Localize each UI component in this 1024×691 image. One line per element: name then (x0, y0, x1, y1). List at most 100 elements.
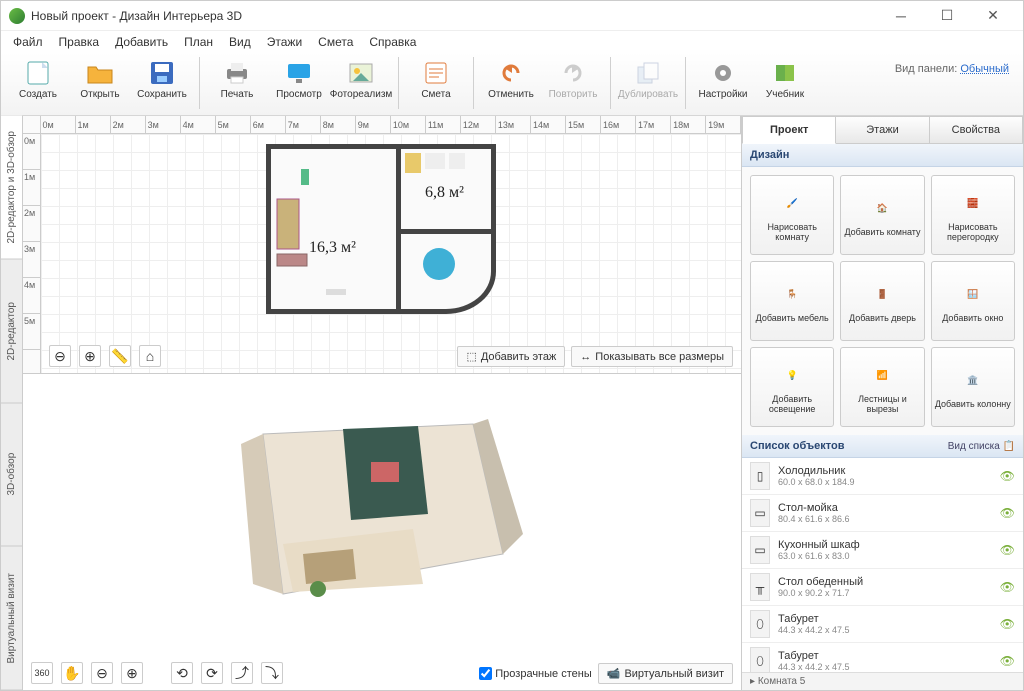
zoom-in-3d[interactable]: ⊕ (121, 662, 143, 684)
tab-floors[interactable]: Этажи (836, 116, 929, 144)
menu-add[interactable]: Добавить (109, 33, 174, 51)
toolbar-settings[interactable]: Настройки (692, 57, 754, 113)
toolbar-new[interactable]: Создать (7, 57, 69, 113)
list-view-link[interactable]: Вид списка 📋 (948, 441, 1015, 452)
design-add-column[interactable]: 🏛️Добавить колонну (931, 347, 1015, 427)
tilt-down[interactable]: ⤵ (261, 662, 283, 684)
panel-view-label: Вид панели: Обычный (895, 57, 1017, 75)
home-button[interactable]: ⌂ (139, 345, 161, 367)
design-draw-partition[interactable]: 🧱Нарисовать перегородку (931, 175, 1015, 255)
design-add-room[interactable]: 🏠Добавить комнату (840, 175, 924, 255)
close-button[interactable]: ✕ (971, 2, 1015, 30)
menu-estimate[interactable]: Смета (312, 33, 359, 51)
room-2[interactable]: 6,8 м² (396, 144, 496, 234)
minimize-button[interactable]: ─ (879, 2, 923, 30)
pan-tool[interactable]: ✋ (61, 662, 83, 684)
maximize-button[interactable]: ☐ (925, 2, 969, 30)
column-icon: 🏛️ (958, 365, 988, 395)
visibility-icon[interactable]: 👁 (1000, 543, 1015, 557)
app-window: Новый проект - Дизайн Интерьера 3D ─ ☐ ✕… (0, 0, 1024, 691)
rotate-360[interactable]: 360 (31, 662, 53, 684)
panel-view-link[interactable]: Обычный (960, 63, 1009, 75)
transparent-walls-checkbox[interactable]: Прозрачные стены (479, 667, 591, 680)
zoom-in-2d[interactable]: ⊕ (79, 345, 101, 367)
toolbar-estimate[interactable]: Смета (405, 57, 467, 113)
bulb-icon: 💡 (777, 360, 807, 390)
menu-floors[interactable]: Этажи (261, 33, 308, 51)
ruler-tool[interactable]: 📏 (109, 345, 131, 367)
sidetab-3d[interactable]: 3D-обзор (1, 403, 22, 547)
list-item[interactable]: ╥Стол обеденный90.0 x 90.2 x 71.7👁 (742, 569, 1023, 606)
monitor-icon (284, 59, 314, 87)
tilt-up[interactable]: ⤴ (231, 662, 253, 684)
design-add-window[interactable]: 🪟Добавить окно (931, 261, 1015, 341)
toolbar-open[interactable]: Открыть (69, 57, 131, 113)
sidetab-virtual[interactable]: Виртуальный визит (1, 547, 22, 691)
list-item[interactable]: ⬯Табурет44.3 x 44.2 x 47.5👁 (742, 606, 1023, 643)
rotate-right[interactable]: ⟳ (201, 662, 223, 684)
design-add-furniture[interactable]: 🪑Добавить мебель (750, 261, 834, 341)
object-footer: ▸ Комната 5 (742, 672, 1023, 690)
design-draw-room[interactable]: 🖌️Нарисовать комнату (750, 175, 834, 255)
floorplan[interactable]: 16,3 м² 6,8 м² (266, 144, 496, 334)
canvas-2d[interactable]: 16,3 м² 6,8 м² (41, 134, 741, 373)
list-item[interactable]: ▭Стол-мойка80.4 x 61.6 x 86.6👁 (742, 495, 1023, 532)
tab-properties[interactable]: Свойства (930, 116, 1023, 144)
zoom-out-3d[interactable]: ⊖ (91, 662, 113, 684)
visibility-icon[interactable]: 👁 (1000, 469, 1015, 483)
virtual-visit-button[interactable]: 📹 Виртуальный визит (598, 663, 733, 684)
visibility-icon[interactable]: 👁 (1000, 506, 1015, 520)
gear-icon (708, 59, 738, 87)
list-item[interactable]: ⬯Табурет44.3 x 44.2 x 47.5👁 (742, 643, 1023, 672)
menu-edit[interactable]: Правка (53, 33, 106, 51)
visibility-icon[interactable]: 👁 (1000, 617, 1015, 631)
printer-icon (222, 59, 252, 87)
right-panel: Проект Этажи Свойства Дизайн 🖌️Нарисоват… (741, 116, 1023, 690)
toolbar-undo[interactable]: Отменить (480, 57, 542, 113)
add-floor-button[interactable]: ⬚ Добавить этаж (457, 346, 565, 367)
list-item[interactable]: ▭Кухонный шкаф63.0 x 61.6 x 83.0👁 (742, 532, 1023, 569)
object-list[interactable]: ▯Холодильник60.0 x 68.0 x 184.9👁 ▭Стол-м… (742, 458, 1023, 672)
estimate-icon (421, 59, 451, 87)
stairs-icon: 📶 (867, 360, 897, 390)
toolbar-redo[interactable]: Повторить (542, 57, 604, 113)
design-section-header: Дизайн (742, 144, 1023, 167)
room2-area: 6,8 м² (425, 184, 464, 202)
tab-project[interactable]: Проект (742, 116, 836, 144)
menu-file[interactable]: Файл (7, 33, 49, 51)
visibility-icon[interactable]: 👁 (1000, 580, 1015, 594)
toolbar-save[interactable]: Сохранить (131, 57, 193, 113)
toolbar-photorealism[interactable]: Фотореализм (330, 57, 392, 113)
zoom-out-2d[interactable]: ⊖ (49, 345, 71, 367)
list-item[interactable]: ▯Холодильник60.0 x 68.0 x 184.9👁 (742, 458, 1023, 495)
titlebar: Новый проект - Дизайн Интерьера 3D ─ ☐ ✕ (1, 1, 1023, 31)
show-dimensions-button[interactable]: ↔ Показывать все размеры (571, 346, 733, 367)
chair-icon: 🪑 (777, 279, 807, 309)
ruler-vertical: 0м1м2м3м4м5м (23, 134, 41, 373)
save-icon (147, 59, 177, 87)
file-new-icon (23, 59, 53, 87)
menu-help[interactable]: Справка (363, 33, 422, 51)
room-add-icon: 🏠 (867, 193, 897, 223)
toolbar-preview[interactable]: Просмотр (268, 57, 330, 113)
toolbar-duplicate[interactable]: Дублировать (617, 57, 679, 113)
sidetab-2d[interactable]: 2D-редактор (1, 260, 22, 404)
menu-view[interactable]: Вид (223, 33, 257, 51)
design-add-lighting[interactable]: 💡Добавить освещение (750, 347, 834, 427)
room-3[interactable] (396, 229, 496, 314)
toolbar-print[interactable]: Печать (206, 57, 268, 113)
canvas-3d[interactable]: 360 ✋ ⊖ ⊕ ⟲ ⟳ ⤴ ⤵ Прозрачные стены 📹 Вир… (23, 374, 741, 690)
objects-section-header: Список объектов Вид списка 📋 (742, 435, 1023, 458)
toolbar-tutorial[interactable]: Учебник (754, 57, 816, 113)
wall-icon: 🧱 (958, 188, 988, 218)
menu-plan[interactable]: План (178, 33, 219, 51)
redo-icon (558, 59, 588, 87)
book-icon (770, 59, 800, 87)
rotate-left[interactable]: ⟲ (171, 662, 193, 684)
design-stairs[interactable]: 📶Лестницы и вырезы (840, 347, 924, 427)
visibility-icon[interactable]: 👁 (1000, 654, 1015, 668)
window-title: Новый проект - Дизайн Интерьера 3D (31, 9, 242, 23)
room-1[interactable]: 16,3 м² (266, 144, 401, 314)
sidetab-combo[interactable]: 2D-редактор и 3D-обзор (1, 116, 22, 260)
design-add-door[interactable]: 🚪Добавить дверь (840, 261, 924, 341)
